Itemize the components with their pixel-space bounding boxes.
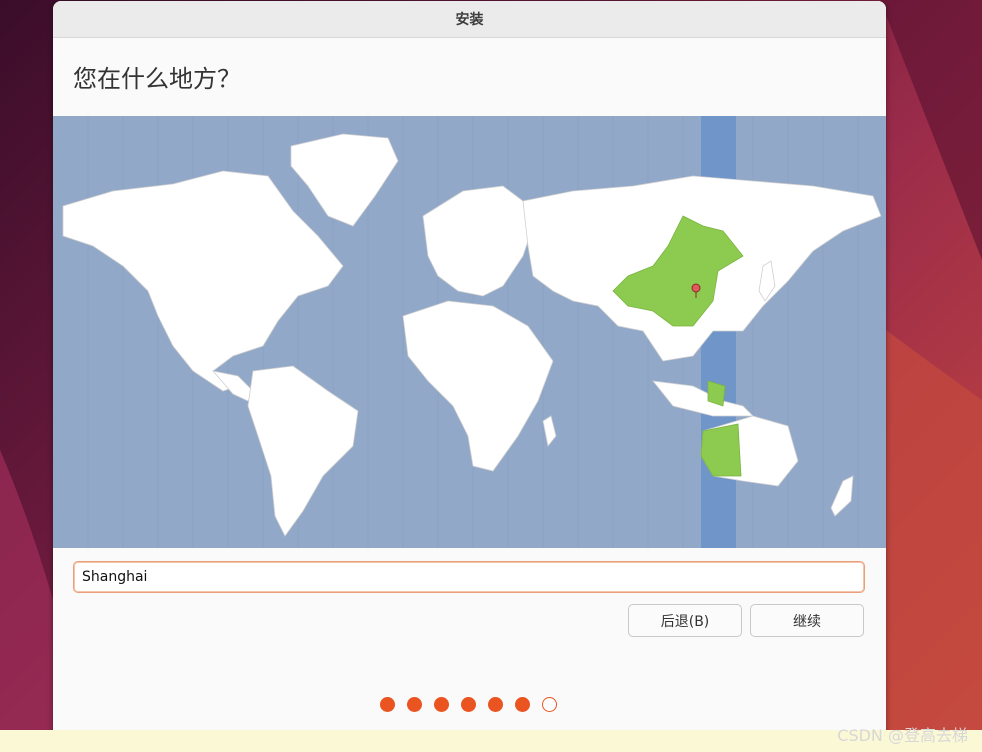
window-title: 安装 — [455, 12, 484, 28]
back-button[interactable]: 后退(B) — [628, 604, 742, 637]
progress-dot-complete — [488, 697, 503, 712]
progress-dot-complete — [434, 697, 449, 712]
timezone-map[interactable] — [53, 116, 886, 548]
progress-dot-complete — [461, 697, 476, 712]
timezone-search-input[interactable] — [73, 561, 865, 593]
continue-button[interactable]: 继续 — [750, 604, 864, 637]
installer-progress-dots — [380, 697, 557, 712]
progress-dot-complete — [380, 697, 395, 712]
watermark-text: CSDN @登高去梯 — [837, 726, 968, 745]
bottom-strip — [0, 730, 982, 752]
page-heading: 您在什么地方？ — [73, 65, 241, 93]
installer-window: 安装 您在什么地方？ Shanghai 后退(B) 继续 — [53, 1, 886, 752]
window-titlebar: 安装 — [53, 1, 886, 38]
progress-dot-pending — [542, 697, 557, 712]
timezone-input-wrapper — [73, 561, 865, 593]
progress-dot-complete — [407, 697, 422, 712]
progress-dot-complete — [515, 697, 530, 712]
